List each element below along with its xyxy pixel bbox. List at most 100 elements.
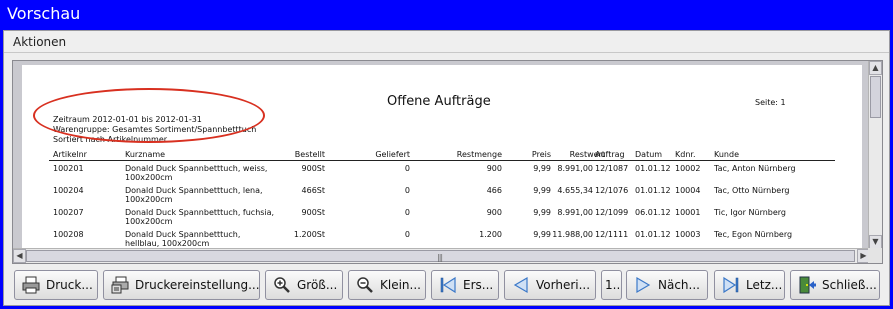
cell-restmenge: 900 <box>486 164 502 173</box>
col-kdnr: Kdnr. <box>675 150 696 159</box>
cell-artikelnr: 100208 <box>53 230 84 239</box>
toolbar: Druck... Druckereinstellung... Größ... K… <box>4 270 889 304</box>
scroll-left-icon[interactable]: ◀ <box>13 249 26 263</box>
cell-restwert: 11.988,00 <box>552 230 593 239</box>
print-label: Druck... <box>46 278 93 292</box>
page-number-label: 1... <box>605 278 621 292</box>
zoom-in-icon <box>273 276 291 294</box>
preview-scroll-area[interactable]: Offene Aufträge Seite: 1 Zeitraum 2012-0… <box>12 60 883 264</box>
cell-restmenge: 1.200 <box>479 230 502 239</box>
cell-datum: 01.01.12 <box>635 230 671 239</box>
cell-bestellt: 900St <box>301 164 325 173</box>
page-number-button[interactable]: 1... <box>601 270 622 300</box>
last-page-button[interactable]: Letz... <box>714 270 785 300</box>
printer-icon <box>22 276 40 294</box>
cell-geliefert: 0 <box>404 164 410 173</box>
zoom-in-button[interactable]: Größ... <box>265 270 343 300</box>
cell-kurzname-line2: 100x200cm <box>125 195 173 204</box>
cell-restwert: 8.991,00 <box>557 164 593 173</box>
cell-kurzname-line1: Donald Duck Spannbetttuch, lena, <box>125 186 263 195</box>
print-button[interactable]: Druck... <box>14 270 98 300</box>
cell-auftrag: 12/1076 <box>595 186 629 195</box>
horizontal-scroll-thumb[interactable]: ||| <box>26 250 855 262</box>
first-page-label: Ers... <box>463 278 494 292</box>
cell-datum: 01.01.12 <box>635 164 671 173</box>
cell-geliefert: 0 <box>404 186 410 195</box>
col-geliefert: Geliefert <box>375 150 410 159</box>
cell-datum: 06.01.12 <box>635 208 671 217</box>
scrollbar-corner <box>868 248 882 263</box>
cell-kunde: Tac, Anton Nürnberg <box>714 164 796 173</box>
col-kunde: Kunde <box>714 150 739 159</box>
zoom-out-label: Klein... <box>380 278 421 292</box>
cell-geliefert: 0 <box>404 208 410 217</box>
col-datum: Datum <box>635 150 663 159</box>
cell-restmenge: 466 <box>486 186 502 195</box>
cell-restwert: 8.991,00 <box>557 208 593 217</box>
cell-kdnr: 10001 <box>675 208 701 217</box>
window-title: Vorschau <box>0 0 893 30</box>
horizontal-scrollbar[interactable]: ◀ ||| ▶ <box>13 248 870 263</box>
cell-kurzname-line1: Donald Duck Spannbetttuch, fuchsia, <box>125 208 275 217</box>
menu-actions[interactable]: Aktionen <box>13 35 66 49</box>
col-kurzname: Kurzname <box>125 150 166 159</box>
first-page-icon <box>439 276 457 294</box>
cell-datum: 01.01.12 <box>635 186 671 195</box>
cell-kurzname-line1: Donald Duck Spannbetttuch, <box>125 230 241 239</box>
close-button[interactable]: Schließ... <box>790 270 880 300</box>
cell-artikelnr: 100204 <box>53 186 84 195</box>
next-page-button[interactable]: Näch... <box>626 270 708 300</box>
scroll-up-icon[interactable]: ▲ <box>869 61 882 75</box>
col-auftrag: Auftrag <box>595 150 625 159</box>
cell-kurzname-line2: 100x200cm <box>125 217 173 226</box>
cell-kdnr: 10003 <box>675 230 701 239</box>
zoom-in-label: Größ... <box>297 278 338 292</box>
cell-kunde: Tic, Igor Nürnberg <box>714 208 787 217</box>
report-page: Offene Aufträge Seite: 1 Zeitraum 2012-0… <box>22 65 862 263</box>
cell-kurzname-line2: 100x200cm <box>125 173 173 182</box>
zoom-out-icon <box>356 276 374 294</box>
cell-bestellt: 900St <box>301 208 325 217</box>
cell-auftrag: 12/1099 <box>595 208 629 217</box>
printer-settings-button[interactable]: Druckereinstellung... <box>103 270 260 300</box>
cell-bestellt: 466St <box>301 186 325 195</box>
printer-settings-icon <box>111 276 129 294</box>
cell-kurzname-line2: hellblau, 100x200cm <box>125 239 210 248</box>
cell-restwert: 4.655,34 <box>557 186 593 195</box>
cell-kunde: Tac, Otto Nürnberg <box>714 186 790 195</box>
vertical-scrollbar[interactable]: ▲ ▼ <box>868 61 882 249</box>
cell-kdnr: 10004 <box>675 186 701 195</box>
printer-settings-label: Druckereinstellung... <box>135 278 259 292</box>
close-label: Schließ... <box>822 278 877 292</box>
preview-window: Aktionen Offene Aufträge Seite: 1 Zeitra… <box>3 30 890 306</box>
cell-geliefert: 0 <box>404 230 410 239</box>
cell-artikelnr: 100207 <box>53 208 84 217</box>
cell-auftrag: 12/1111 <box>595 230 629 239</box>
cell-kurzname-line1: Donald Duck Spannbetttuch, weiss, <box>125 164 268 173</box>
next-page-icon <box>634 276 652 294</box>
cell-artikelnr: 100201 <box>53 164 84 173</box>
cell-bestellt: 1.200St <box>293 230 325 239</box>
vertical-scroll-thumb[interactable] <box>870 76 881 118</box>
first-page-button[interactable]: Ers... <box>431 270 499 300</box>
zoom-out-button[interactable]: Klein... <box>348 270 426 300</box>
previous-page-button[interactable]: Vorheri... <box>504 270 596 300</box>
report-title: Offene Aufträge <box>387 94 491 109</box>
cell-auftrag: 12/1087 <box>595 164 629 173</box>
col-preis: Preis <box>531 150 551 159</box>
col-restmenge: Restmenge <box>456 150 502 159</box>
annotation-oval <box>33 88 265 143</box>
last-page-label: Letz... <box>746 278 783 292</box>
col-bestellt: Bestellt <box>294 150 325 159</box>
scroll-grip-icon: ||| <box>437 253 443 262</box>
last-page-icon <box>722 276 740 294</box>
next-page-label: Näch... <box>658 278 700 292</box>
scroll-down-icon[interactable]: ▼ <box>869 235 882 249</box>
col-artikelnr: Artikelnr <box>53 150 87 159</box>
cell-kdnr: 10002 <box>675 164 701 173</box>
previous-page-icon <box>512 276 530 294</box>
header-rule <box>49 160 835 161</box>
cell-restmenge: 900 <box>486 208 502 217</box>
previous-page-label: Vorheri... <box>536 278 591 292</box>
page-label: Seite: 1 <box>755 98 786 107</box>
